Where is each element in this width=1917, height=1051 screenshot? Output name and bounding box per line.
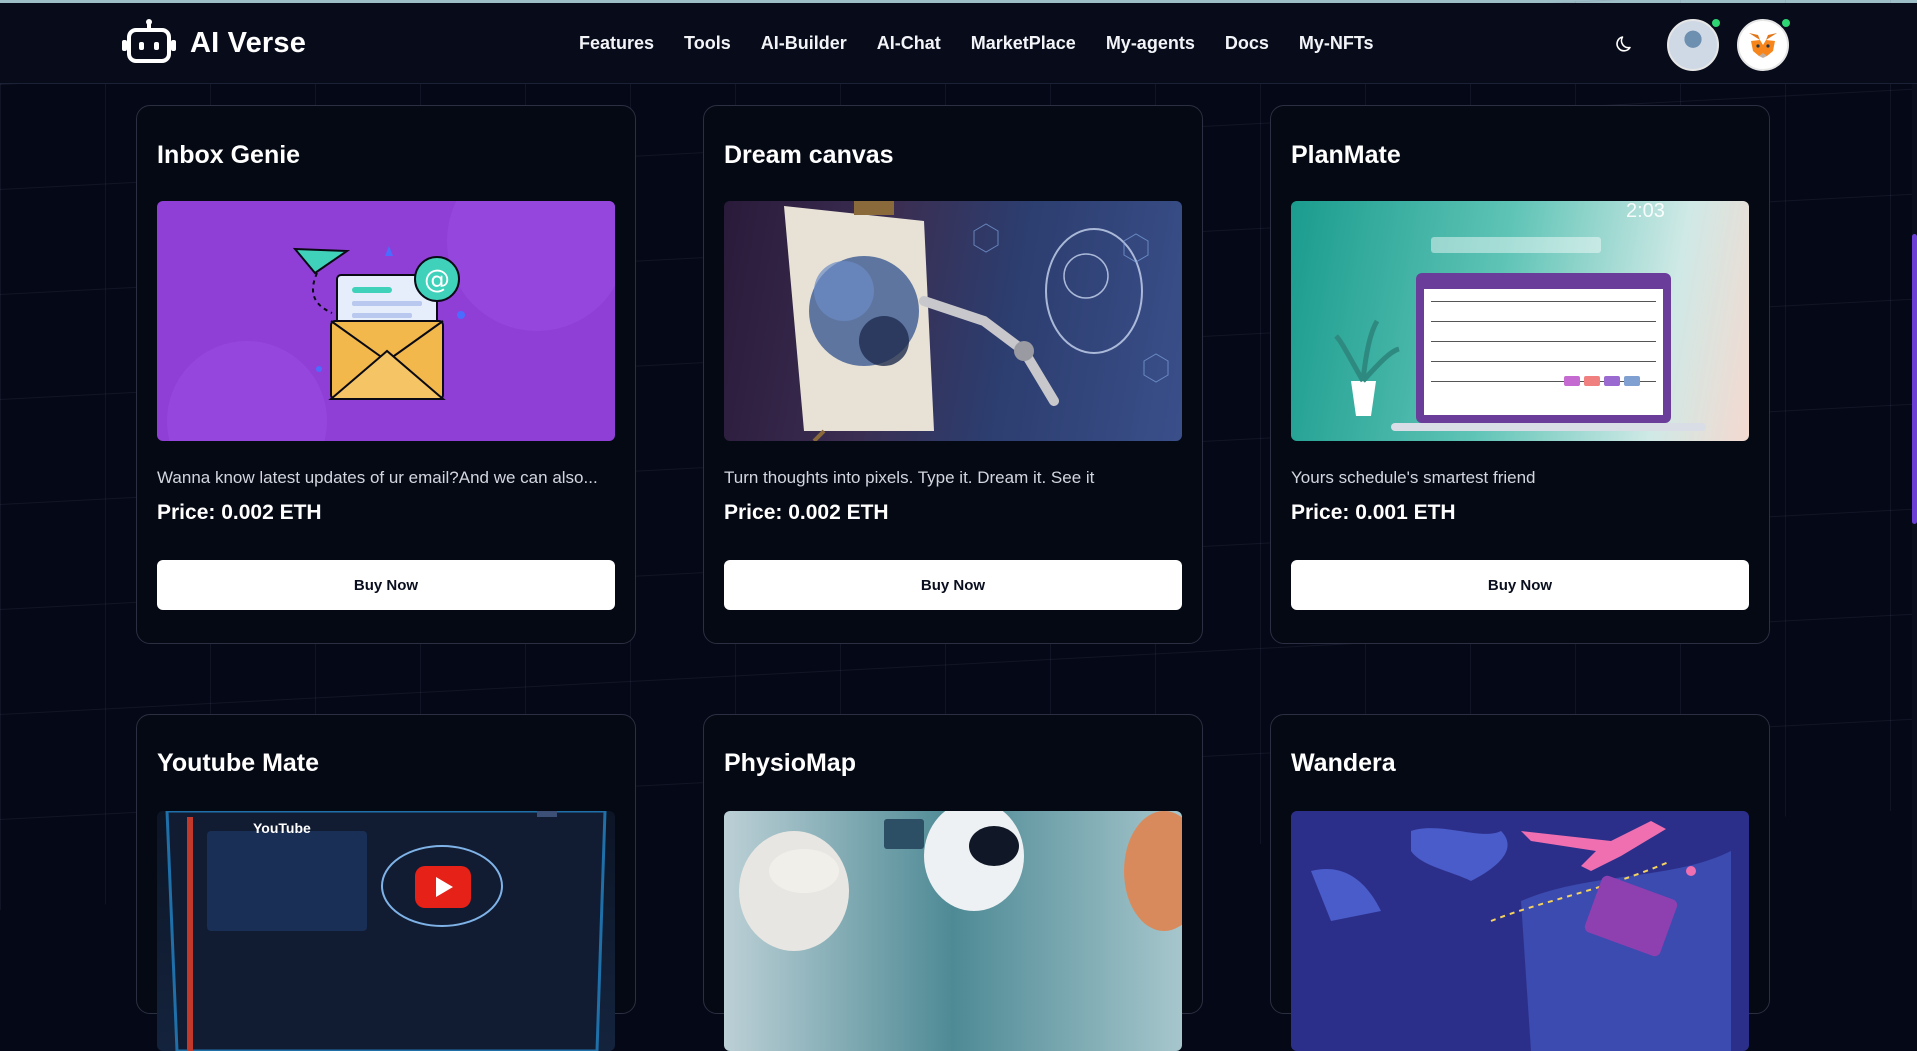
- robot-icon: [122, 19, 176, 63]
- agent-card-dream-canvas: Dream canvas Turn thoughts into pixels. …: [703, 105, 1203, 644]
- card-title: Dream canvas: [724, 141, 894, 169]
- card-image-calendar-laptop: 2:03: [1291, 201, 1749, 441]
- moon-icon: [1616, 36, 1631, 52]
- svg-text:@: @: [424, 265, 450, 295]
- agent-card-physiomap: PhysioMap: [703, 714, 1203, 1051]
- brand-name: AI Verse: [190, 26, 307, 59]
- card-title: Youtube Mate: [157, 749, 320, 777]
- nav-ai-chat[interactable]: AI-Chat: [877, 33, 941, 54]
- top-navbar: AI Verse Features Tools AI-Builder AI-Ch…: [0, 3, 1917, 84]
- card-image-youtube-screen: YouTube: [157, 811, 615, 1051]
- theme-toggle-button[interactable]: [1613, 32, 1637, 56]
- card-title: PhysioMap: [724, 749, 856, 777]
- wallet-connected-indicator: [1780, 17, 1792, 29]
- nav-marketplace[interactable]: MarketPlace: [971, 33, 1076, 54]
- card-image-robot-doctor: [724, 811, 1182, 1051]
- buy-now-button[interactable]: Buy Now: [724, 560, 1182, 610]
- nav-docs[interactable]: Docs: [1225, 33, 1269, 54]
- card-price: Price: 0.002 ETH: [157, 501, 322, 524]
- card-description: Turn thoughts into pixels. Type it. Drea…: [724, 468, 1095, 487]
- main-nav: Features Tools AI-Builder AI-Chat Market…: [579, 33, 1374, 54]
- nav-my-agents[interactable]: My-agents: [1106, 33, 1195, 54]
- agent-card-wandera: Wandera: [1270, 714, 1770, 1051]
- agent-card-youtube-mate: Youtube Mate YouTube: [136, 714, 636, 1051]
- card-image-travel-map: [1291, 811, 1749, 1051]
- image-clock-text: 2:03: [1626, 201, 1665, 222]
- nav-tools[interactable]: Tools: [684, 33, 731, 54]
- card-price: Price: 0.001 ETH: [1291, 501, 1456, 524]
- agent-card-inbox-genie: Inbox Genie @ Wanna know latest updates …: [136, 105, 636, 644]
- card-title: PlanMate: [1291, 141, 1401, 169]
- card-description: Wanna know latest updates of ur email?An…: [157, 468, 598, 487]
- nav-my-nfts[interactable]: My-NFTs: [1299, 33, 1374, 54]
- nav-features[interactable]: Features: [579, 33, 654, 54]
- card-price: Price: 0.002 ETH: [724, 501, 889, 524]
- card-title: Inbox Genie: [157, 141, 301, 169]
- agent-card-planmate: PlanMate 2:03 Yours schedule's smartest …: [1270, 105, 1770, 644]
- card-image-robot-painting: [724, 201, 1182, 441]
- nav-ai-builder[interactable]: AI-Builder: [761, 33, 847, 54]
- metamask-fox-icon: [1749, 33, 1777, 58]
- buy-now-button[interactable]: Buy Now: [1291, 560, 1749, 610]
- user-online-indicator: [1710, 17, 1722, 29]
- brand-logo[interactable]: AI Verse: [120, 19, 306, 67]
- image-youtube-text: YouTube: [253, 820, 311, 836]
- card-title: Wandera: [1291, 749, 1396, 777]
- page-scrollbar-thumb[interactable]: [1912, 234, 1917, 524]
- buy-now-button[interactable]: Buy Now: [157, 560, 615, 610]
- card-image-email-envelope: @: [157, 201, 615, 441]
- card-description: Yours schedule's smartest friend: [1291, 468, 1536, 487]
